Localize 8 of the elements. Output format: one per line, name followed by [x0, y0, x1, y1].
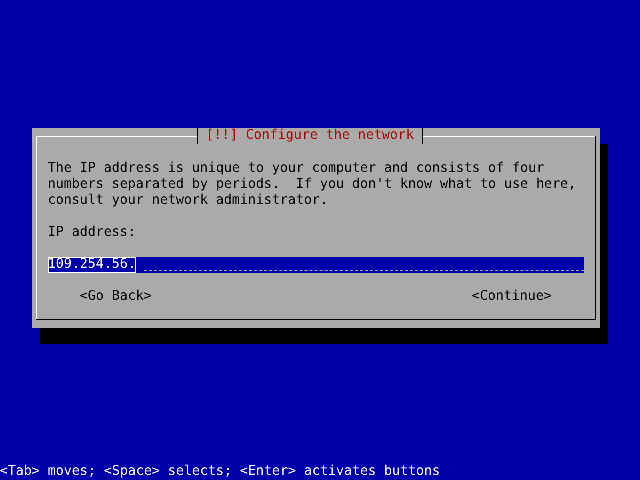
back-button[interactable]: <Go Back>	[80, 289, 152, 305]
field-label: IP address:	[48, 225, 138, 241]
continue-button[interactable]: <Continue>	[472, 289, 552, 305]
ip-address-field[interactable]: 109.254.56.	[48, 257, 584, 273]
key-help-text: <Tab> moves; <Space> selects; <Enter> activates buttons	[0, 464, 440, 480]
field-value: 109.254.56.	[48, 257, 136, 273]
description-text: The IP address is unique to your computer and consists of four numbers separated by periods. If you don't know what to use here, consult your network administrator.	[48, 161, 578, 209]
dialog-title: [!!] Configure the network	[197, 128, 424, 144]
